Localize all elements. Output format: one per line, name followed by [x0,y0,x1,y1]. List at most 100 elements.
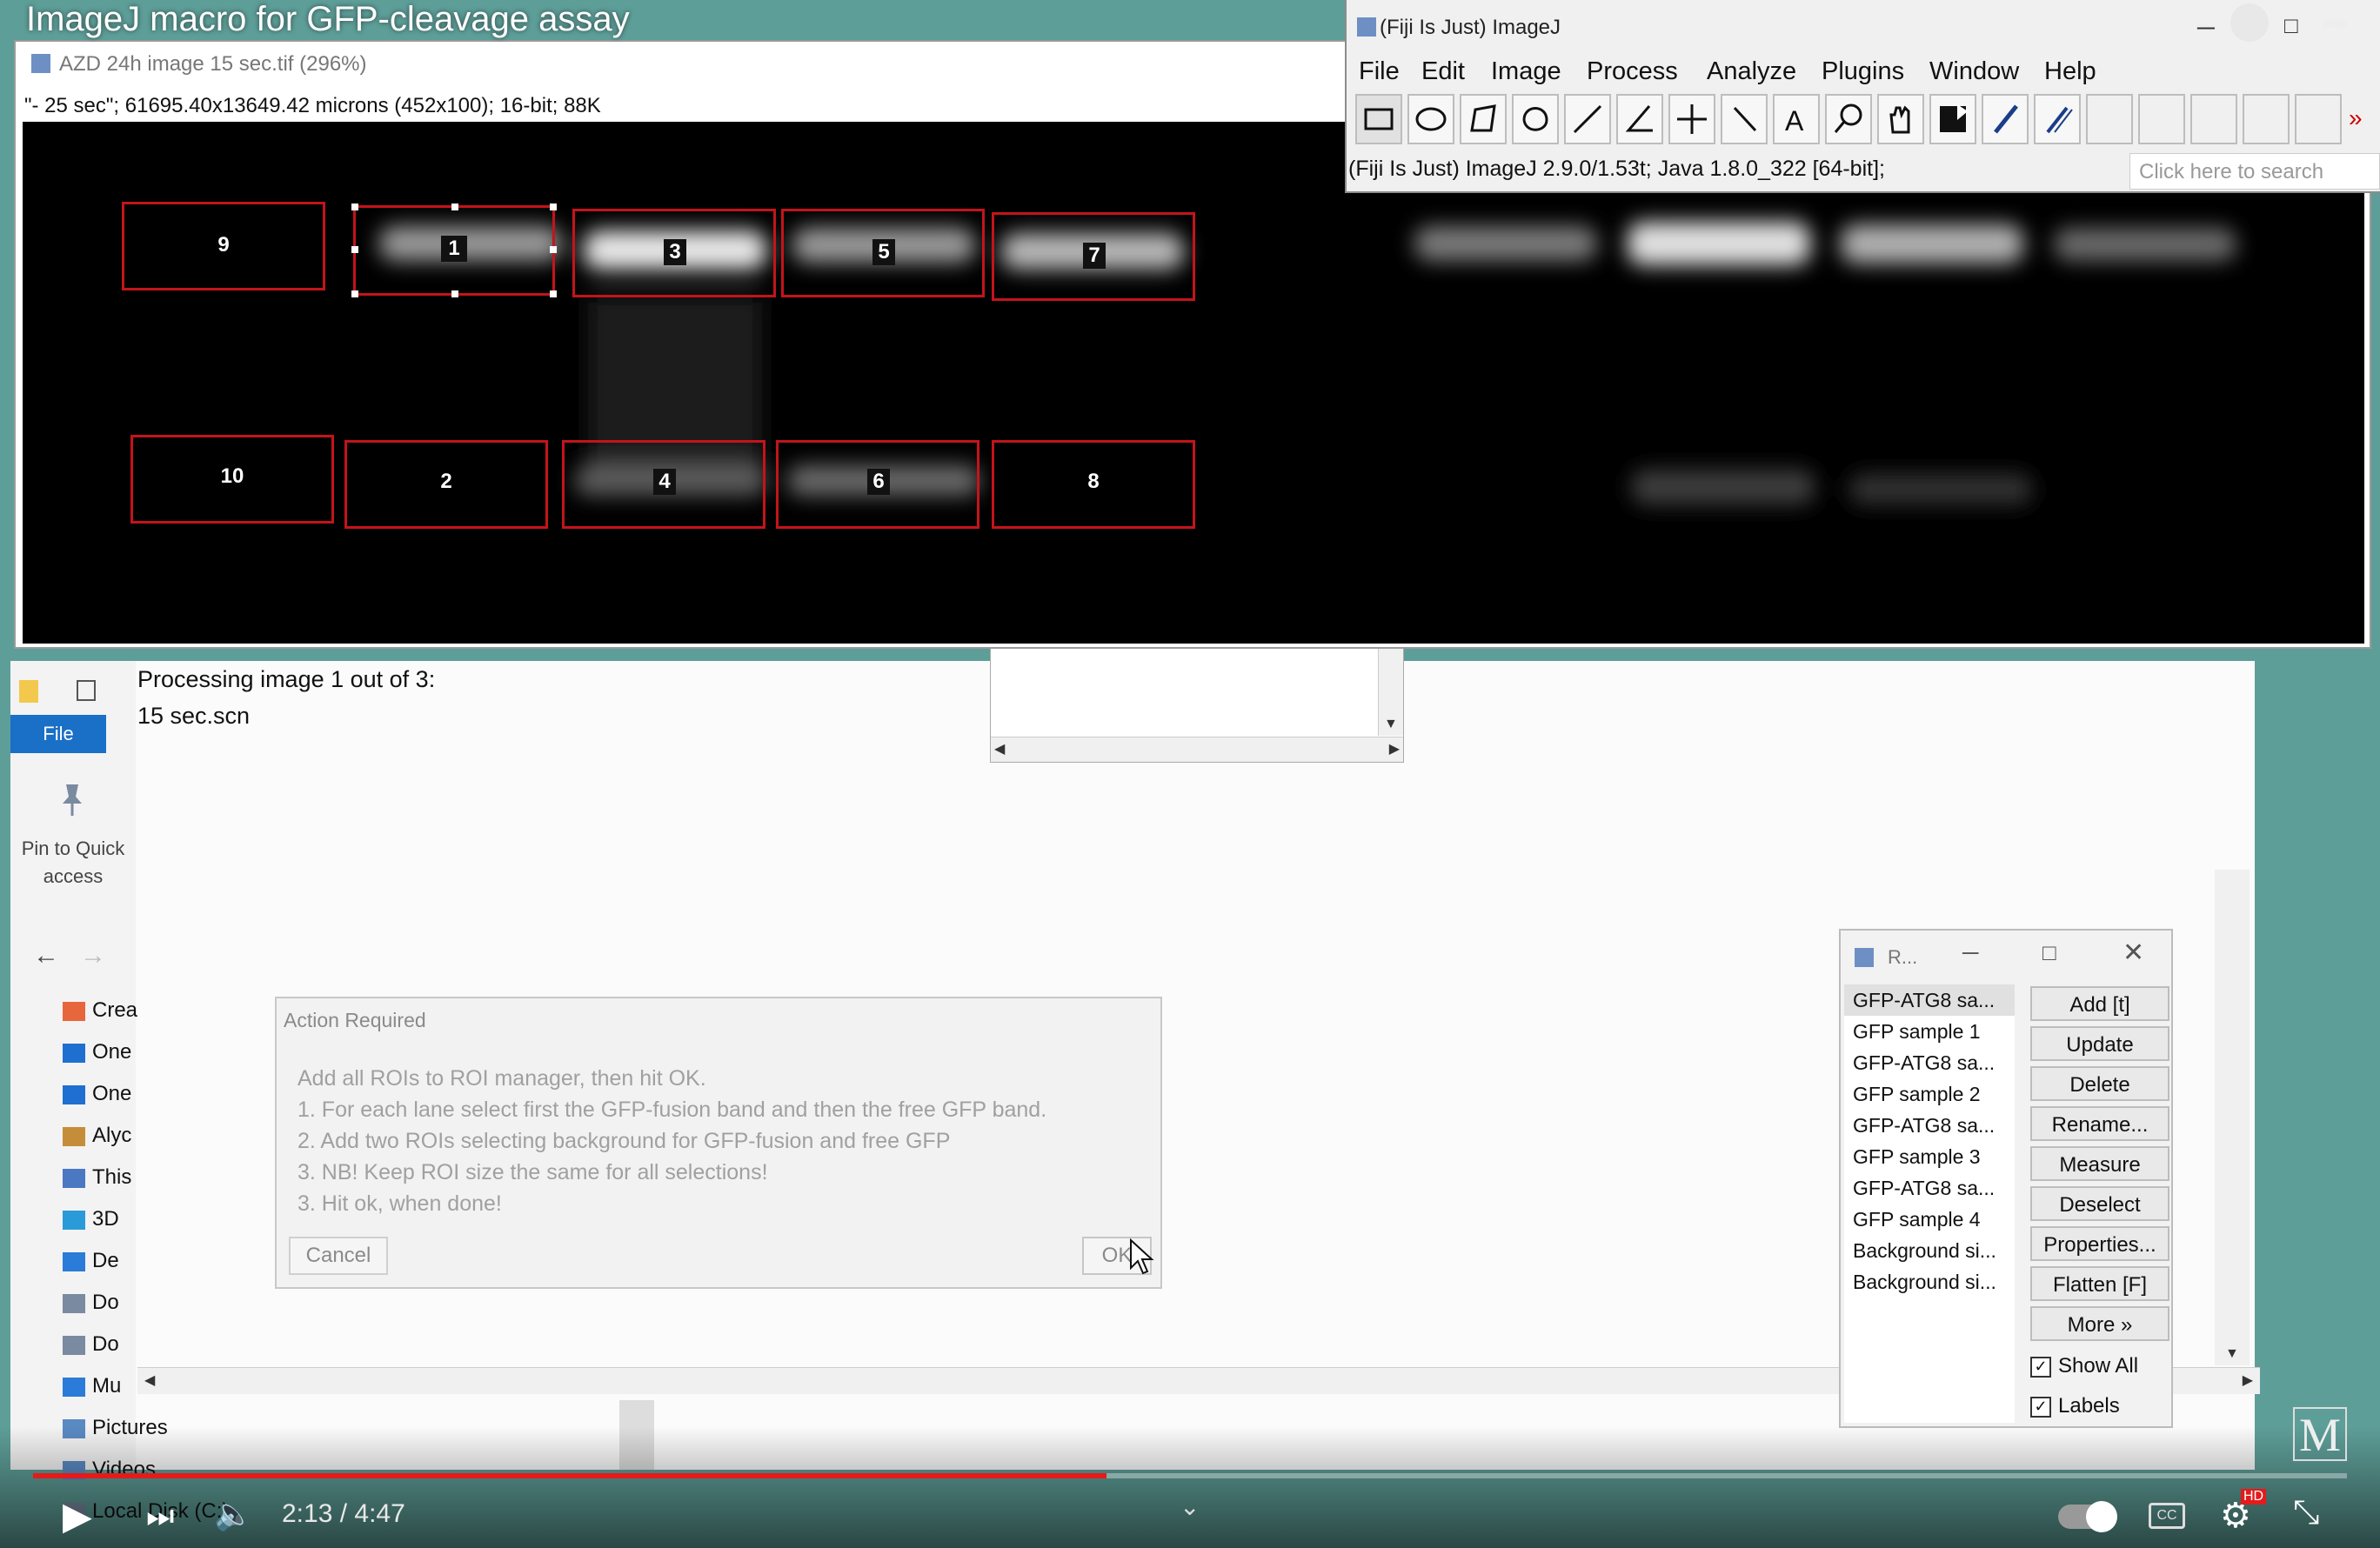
empty-tool-slot[interactable] [2138,94,2185,144]
roi-list-item[interactable]: Background si... [1844,1266,2015,1298]
scroll-left-icon[interactable]: ◀ [144,1371,155,1389]
labels-checkbox[interactable]: ✓ Labels [2030,1391,2120,1421]
menu-edit[interactable]: Edit [1421,57,1465,86]
roi-handle[interactable] [550,290,557,297]
checkbox-checked-icon[interactable]: ✓ [2030,1396,2051,1418]
cancel-button[interactable]: Cancel [289,1237,388,1275]
roi-box[interactable]: 10 [130,435,334,524]
roi-box[interactable]: 6 [776,440,979,529]
explorer-file-tab[interactable]: File [10,715,106,753]
roi-list-item[interactable]: GFP-ATG8 sa... [1844,1110,2015,1141]
roi-box[interactable]: 2 [344,440,548,529]
polygon-tool-icon[interactable] [1460,94,1507,144]
roi-list-item[interactable]: GFP-ATG8 sa... [1844,1047,2015,1078]
menu-analyze[interactable]: Analyze [1707,57,1796,86]
pencil-tool-icon[interactable] [2034,94,2081,144]
empty-tool-slot[interactable] [2190,94,2237,144]
roi-box[interactable]: 8 [992,440,1195,529]
wand-tool-icon[interactable] [1721,94,1768,144]
list-vscroll[interactable]: ▼ [1378,649,1403,736]
nav-pane-item[interactable]: Crea [63,991,137,1030]
line-tool-icon[interactable] [1564,94,1611,144]
roi-list-item[interactable]: Background si... [1844,1235,2015,1266]
nav-pane-item[interactable]: Do [63,1325,119,1364]
menu-help[interactable]: Help [2044,57,2096,86]
nav-pane-item[interactable]: One [63,1033,131,1071]
roi-handle[interactable] [550,204,557,210]
scroll-down-icon[interactable]: ▼ [2225,1346,2239,1362]
roi-box[interactable]: 4 [562,440,765,529]
scroll-right-icon[interactable]: ▶ [1389,740,1400,757]
add-roi-button[interactable]: Add [t] [2030,986,2169,1021]
text-tool-icon[interactable]: A [1773,94,1820,144]
roi-box[interactable]: 3 [572,209,776,297]
roi-list-item[interactable]: GFP-ATG8 sa... [1844,984,2015,1016]
roi-box[interactable]: 5 [781,209,985,297]
maximize-icon[interactable]: □ [2284,12,2298,39]
nav-pane-item[interactable]: Mu [63,1367,121,1405]
minimize-icon[interactable]: ─ [2197,14,2215,42]
captions-icon[interactable]: CC [2149,1503,2185,1529]
more-button[interactable]: More » [2030,1306,2169,1341]
list-hscroll[interactable]: ◀ ▶ [991,737,1403,762]
roi-handle[interactable] [451,204,458,210]
chevron-down-icon[interactable]: ⌄ [1180,1492,1200,1521]
menu-file[interactable]: File [1359,57,1400,86]
next-icon[interactable]: ⏭ [146,1498,174,1535]
roi-handle[interactable] [550,246,557,253]
back-arrow-icon[interactable]: ← [33,941,59,971]
minimize-icon[interactable]: ─ [1962,939,1978,966]
empty-tool-slot[interactable] [2086,94,2133,144]
roi-handle[interactable] [351,204,358,210]
point-tool-icon[interactable] [1668,94,1715,144]
explorer-vscroll[interactable]: ▼ [2215,870,2250,1365]
nav-pane-item[interactable]: This [63,1158,131,1197]
flatten-button[interactable]: Flatten [F] [2030,1266,2169,1301]
update-button[interactable]: Update [2030,1026,2169,1061]
fiji-search-box[interactable]: Click here to search [2129,153,2380,190]
menu-plugins[interactable]: Plugins [1822,57,1904,86]
rename-button[interactable]: Rename... [2030,1106,2169,1141]
share-icon[interactable]: ➦ [2321,3,2350,43]
roi-box-selected[interactable]: 1 [351,204,557,297]
roi-list-item[interactable]: GFP sample 3 [1844,1141,2015,1172]
nav-pane-item[interactable]: One [63,1075,131,1113]
more-tools-arrow-icon[interactable]: » [2349,104,2363,132]
roi-list-item[interactable]: GFP sample 2 [1844,1078,2015,1110]
roi-list-item[interactable]: GFP sample 1 [1844,1016,2015,1047]
forward-arrow-icon[interactable]: → [80,941,106,971]
roi-handle[interactable] [351,290,358,297]
play-icon[interactable]: ▶ [63,1494,92,1538]
scroll-right-icon[interactable]: ▶ [2243,1371,2253,1389]
properties-button[interactable]: Properties... [2030,1226,2169,1261]
deselect-button[interactable]: Deselect [2030,1186,2169,1221]
brush-tool-icon[interactable] [1982,94,2029,144]
pin-quick-access-label[interactable]: Pin to Quick access [10,835,136,891]
volume-icon[interactable]: 🔈 [214,1496,253,1532]
freehand-tool-icon[interactable] [1512,94,1559,144]
roi-list[interactable]: GFP-ATG8 sa... GFP sample 1 GFP-ATG8 sa.… [1844,984,2015,1423]
menu-image[interactable]: Image [1491,57,1561,86]
roi-handle[interactable] [351,246,358,253]
nav-pane-item[interactable]: Do [63,1284,119,1322]
measure-button[interactable]: Measure [2030,1146,2169,1181]
checkbox-checked-icon[interactable]: ✓ [2030,1356,2051,1378]
menu-process[interactable]: Process [1587,57,1678,86]
empty-tool-slot[interactable] [2243,94,2290,144]
scroll-left-icon[interactable]: ◀ [994,740,1005,757]
magnifier-tool-icon[interactable] [1825,94,1872,144]
exit-fullscreen-icon[interactable]: ⤡ [2293,1494,2319,1531]
roi-list-item[interactable]: GFP sample 4 [1844,1204,2015,1235]
show-all-checkbox[interactable]: ✓ Show All [2030,1351,2138,1381]
roi-box[interactable]: 7 [992,212,1195,301]
nav-pane-item[interactable]: Alyc [63,1117,131,1155]
scroll-down-icon[interactable]: ▼ [1384,717,1398,732]
angle-tool-icon[interactable] [1616,94,1663,144]
autoplay-toggle[interactable] [2058,1501,2117,1532]
roi-box[interactable]: 9 [122,202,325,290]
clock-icon[interactable] [2230,3,2269,42]
oval-tool-icon[interactable] [1407,94,1454,144]
pin-icon[interactable] [59,783,85,817]
gel-image-canvas[interactable]: 9 1 3 5 7 10 2 4 6 8 [23,122,2364,644]
nav-pane-item[interactable]: 3D [63,1200,119,1238]
